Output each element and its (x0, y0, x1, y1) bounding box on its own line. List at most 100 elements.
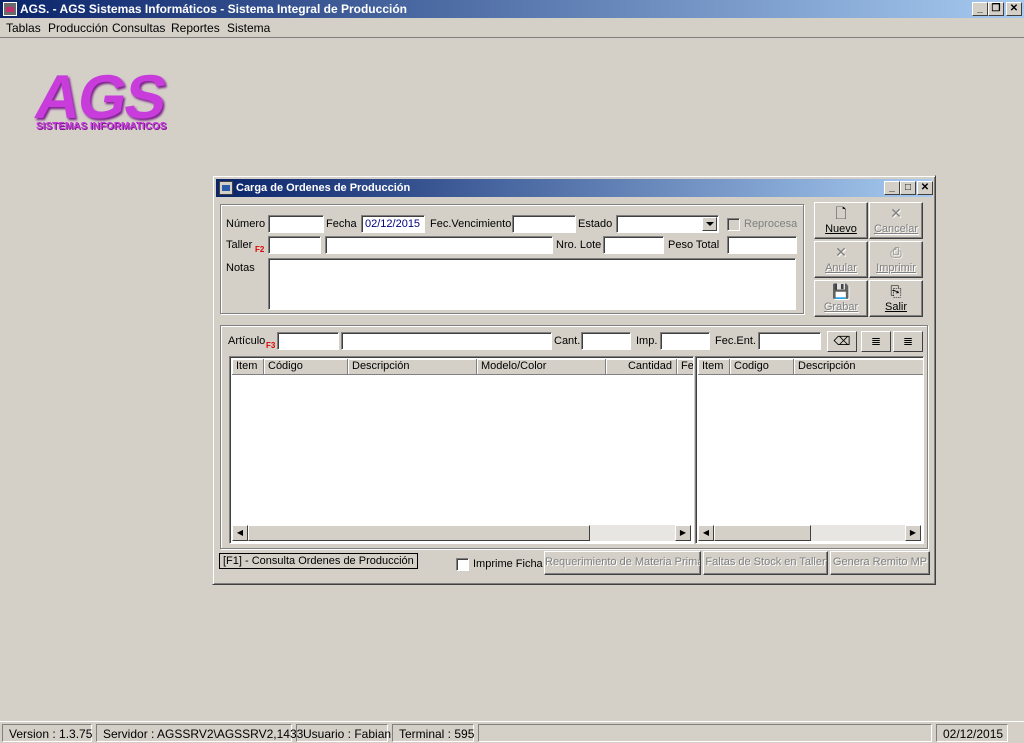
imprimir-button[interactable]: ⎙ Imprimir (869, 241, 923, 278)
articulo-code-field[interactable] (277, 332, 339, 350)
materials-grid-header: Item Codigo Descripción (698, 359, 923, 375)
taller-f2-hint: F2 (255, 245, 265, 254)
orden-produccion-dialog: Carga de Ordenes de Producción _ □ ✕ Núm… (212, 175, 936, 585)
app-title-bar: AGS. - AGS Sistemas Informáticos - Siste… (0, 0, 1024, 18)
numero-field[interactable] (268, 215, 324, 233)
new-document-icon: 🗋 (835, 205, 847, 221)
status-bar: Version : 1.3.75 Servidor : AGSSRV2\AGSS… (0, 721, 1024, 743)
status-servidor: Servidor : AGSSRV2\AGSSRV2,1433 (96, 724, 303, 742)
menu-tablas[interactable]: Tablas (6, 21, 41, 35)
col-codigo[interactable]: Código (264, 359, 348, 375)
estado-label: Estado (578, 218, 613, 230)
items-grid[interactable]: Item Código Descripción Modelo/Color Can… (229, 356, 694, 544)
nuevo-button[interactable]: 🗋 Nuevo (814, 202, 868, 239)
fec-ent-field[interactable] (758, 332, 821, 350)
status-usuario: Usuario : Fabian (296, 724, 391, 742)
restore-button[interactable]: ❐ (988, 2, 1004, 16)
fecha-label: Fecha (326, 218, 357, 230)
col-fe[interactable]: Fe (677, 359, 693, 375)
col-codigo-right[interactable]: Codigo (730, 359, 794, 375)
dialog-maximize-button[interactable]: □ (900, 181, 916, 195)
scroll-right-icon[interactable]: ▶ (675, 525, 691, 541)
col-item-right[interactable]: Item (698, 359, 730, 375)
salir-button[interactable]: ⎘ Salir (869, 280, 923, 317)
col-cantidad[interactable]: Cantidad (606, 359, 677, 375)
scroll-left-icon[interactable]: ◀ (698, 525, 714, 541)
vencimiento-label: Fec.Vencimiento (430, 218, 512, 230)
list-remove-icon: ≣ (902, 334, 914, 348)
scroll-thumb[interactable] (714, 525, 811, 541)
reprocesa-label: Reprocesa (744, 218, 798, 230)
peso-total-field[interactable] (727, 236, 797, 254)
remove-item-button[interactable]: ≣ (893, 331, 923, 352)
items-grid-header: Item Código Descripción Modelo/Color Can… (232, 359, 693, 375)
menu-bar: Tablas Producción Consultas Reportes Sis… (0, 18, 1024, 38)
items-grid-hscrollbar[interactable]: ◀ ▶ (232, 525, 691, 541)
app-icon[interactable] (3, 2, 17, 16)
ags-logo-subtitle: SISTEMAS INFORMATICOS (36, 121, 167, 132)
requerimiento-button[interactable]: Requerimiento de Materia Prima (544, 551, 701, 575)
cancel-x-icon: ✕ (890, 205, 902, 221)
dialog-title: Carga de Ordenes de Producción (236, 182, 411, 194)
imprime-ficha-checkbox[interactable] (456, 558, 469, 571)
materials-grid-hscrollbar[interactable]: ◀ ▶ (698, 525, 921, 541)
genera-remito-button[interactable]: Genera Remito MP (830, 551, 930, 575)
anular-button[interactable]: ✕ Anular (814, 241, 868, 278)
imp-label: Imp. (636, 335, 658, 347)
col-modelo-color[interactable]: Modelo/Color (477, 359, 606, 375)
app-title: AGS. - AGS Sistemas Informáticos - Siste… (20, 2, 407, 16)
scroll-thumb[interactable] (248, 525, 590, 541)
scroll-right-icon[interactable]: ▶ (905, 525, 921, 541)
status-version: Version : 1.3.75 (2, 724, 92, 742)
articulo-f3-hint: F3 (266, 341, 276, 350)
add-item-button[interactable]: ≣ (861, 331, 891, 352)
menu-sistema[interactable]: Sistema (227, 21, 270, 35)
dialog-close-button[interactable]: ✕ (917, 181, 933, 195)
close-button[interactable]: ✕ (1006, 2, 1022, 16)
imp-field[interactable] (660, 332, 710, 350)
nro-lote-label: Nro. Lote (556, 239, 602, 251)
scroll-left-icon[interactable]: ◀ (232, 525, 248, 541)
estado-select[interactable] (616, 215, 719, 233)
status-empty-panel (478, 724, 932, 742)
delete-item-button[interactable]: ⌫ (827, 331, 857, 352)
articulo-desc-field[interactable] (341, 332, 552, 350)
materials-grid[interactable]: Item Codigo Descripción ◀ ▶ (695, 356, 924, 544)
chevron-down-icon[interactable] (702, 217, 717, 231)
taller-name-field[interactable] (325, 236, 553, 254)
cancelar-button[interactable]: ✕ Cancelar (869, 202, 923, 239)
dialog-icon (219, 181, 233, 195)
notas-label: Notas (226, 262, 255, 274)
col-item[interactable]: Item (232, 359, 264, 375)
void-x-icon: ✕ (835, 244, 847, 260)
cant-field[interactable] (581, 332, 631, 350)
save-disk-icon: 💾 (832, 283, 850, 299)
f1-hint: [F1] - Consulta Ordenes de Producción (219, 553, 418, 569)
fecha-field[interactable]: 02/12/2015 (361, 215, 425, 233)
menu-reportes[interactable]: Reportes (171, 21, 220, 35)
ags-logo: AGS (30, 63, 171, 132)
cant-label: Cant. (554, 335, 581, 347)
dialog-minimize-button[interactable]: _ (884, 181, 900, 195)
taller-label: Taller (226, 239, 253, 251)
imprime-ficha-label: Imprime Ficha (473, 558, 543, 570)
notas-textarea[interactable] (268, 258, 796, 310)
col-descripcion-right[interactable]: Descripción (794, 359, 923, 375)
grabar-button[interactable]: 💾 Grabar (814, 280, 868, 317)
peso-total-label: Peso Total (668, 239, 720, 251)
list-add-icon: ≣ (870, 334, 882, 348)
vencimiento-field[interactable] (512, 215, 576, 233)
faltas-stock-button[interactable]: Faltas de Stock en Taller (703, 551, 828, 575)
taller-code-field[interactable] (268, 236, 321, 254)
col-descripcion[interactable]: Descripción (348, 359, 477, 375)
menu-produccion[interactable]: Producción (48, 21, 108, 35)
numero-label: Número (226, 218, 266, 230)
fec-ent-label: Fec.Ent. (715, 335, 756, 347)
reprocesa-checkbox[interactable] (727, 218, 740, 231)
printer-icon: ⎙ (890, 244, 902, 260)
status-date: 02/12/2015 (936, 724, 1008, 742)
exit-door-icon: ⎘ (890, 283, 902, 299)
minimize-button[interactable]: _ (972, 2, 988, 16)
nro-lote-field[interactable] (603, 236, 664, 254)
menu-consultas[interactable]: Consultas (112, 21, 165, 35)
